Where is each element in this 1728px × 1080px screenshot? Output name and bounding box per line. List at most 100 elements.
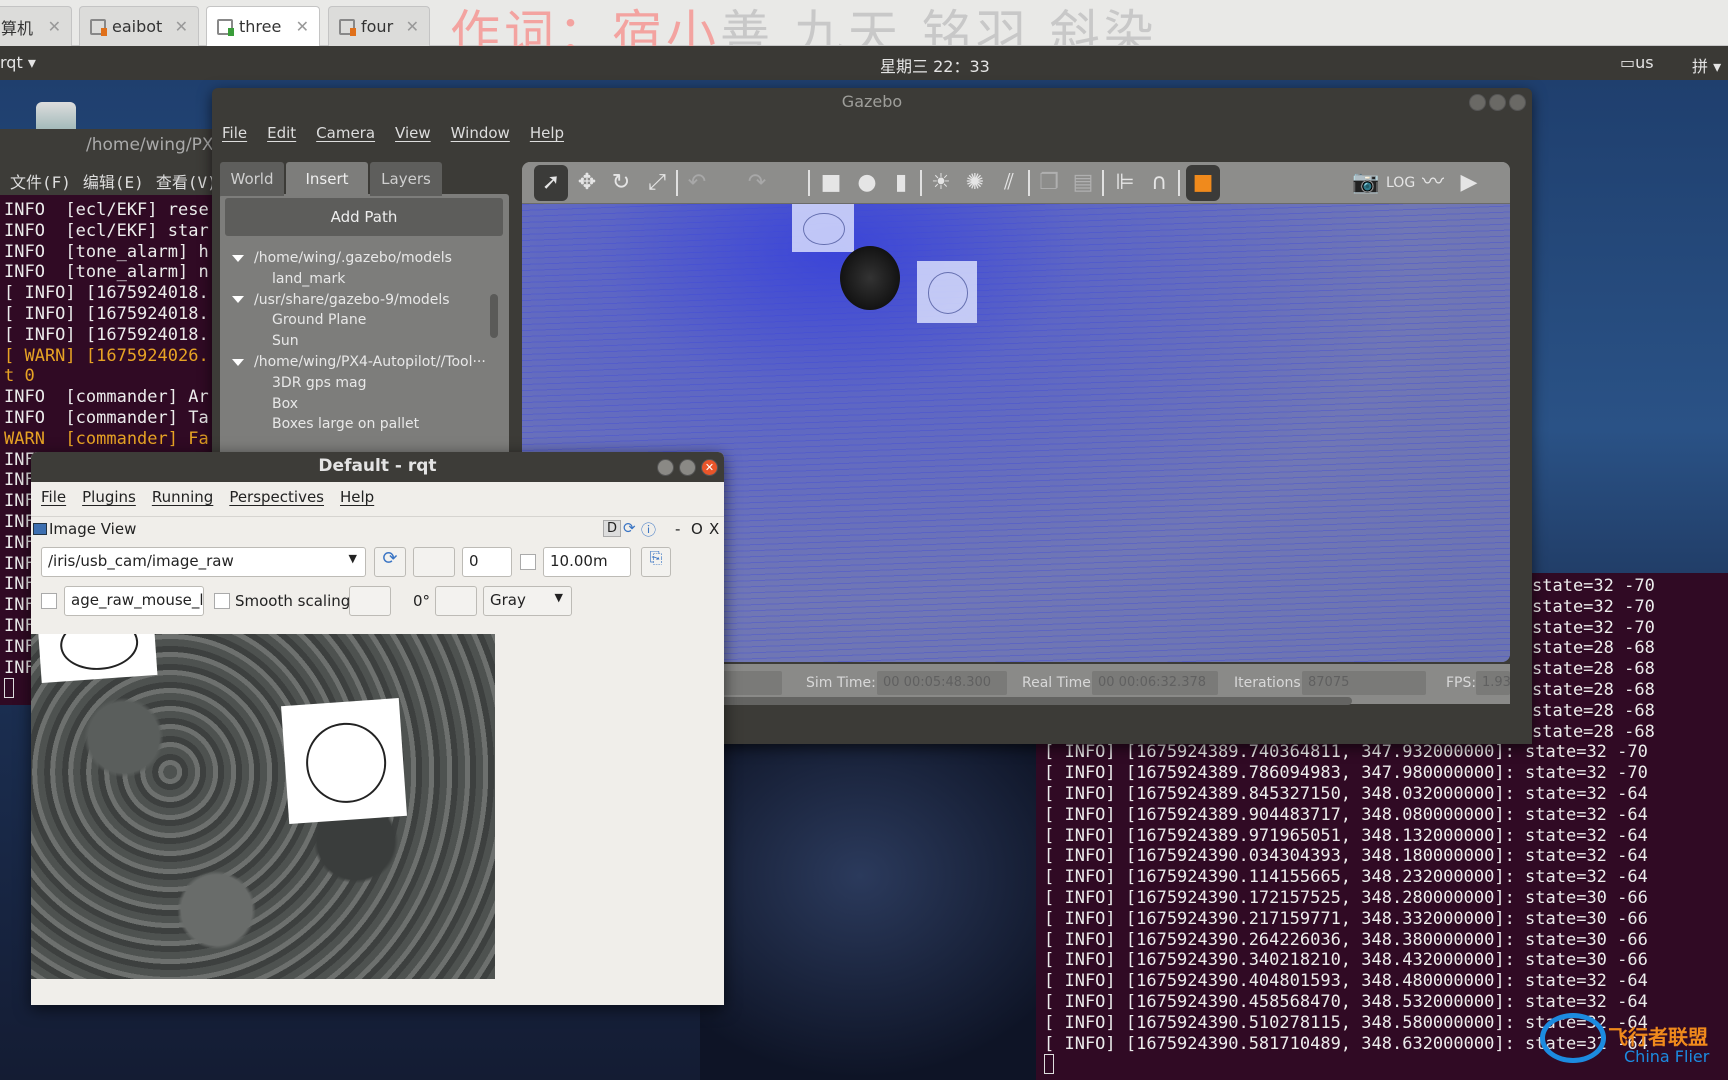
input-method[interactable]: 拼 ▾ xyxy=(1692,53,1721,77)
terminal-line: [ INFO] [1675924390.172157525, 348.28000… xyxy=(1044,888,1648,908)
spot-light-icon[interactable]: ✺ xyxy=(962,170,988,196)
tab-four[interactable]: four ✕ xyxy=(328,6,430,46)
minimize-button[interactable] xyxy=(657,459,674,476)
tree-item[interactable]: Box xyxy=(272,396,298,412)
minimize-button[interactable] xyxy=(1469,94,1486,111)
refresh-topics-button[interactable]: ⟳ xyxy=(374,547,406,577)
menu-plugins[interactable]: Plugins xyxy=(82,488,136,506)
plugin-title: Image View xyxy=(49,520,137,538)
terminal-icon xyxy=(90,18,107,36)
tree-item[interactable]: land_mark xyxy=(272,271,345,287)
close-icon[interactable]: ✕ xyxy=(406,17,419,36)
menu-edit[interactable]: Edit xyxy=(267,124,296,142)
mouse-topic-input[interactable]: age_raw_mouse_left xyxy=(64,586,204,616)
minimize-plugin-button[interactable]: - xyxy=(675,520,680,538)
tree-folder[interactable]: /home/wing/PX4-Autopilot//Tool··· xyxy=(232,354,486,370)
menu-file[interactable]: File xyxy=(222,124,247,142)
close-button[interactable] xyxy=(1509,94,1526,111)
box-icon[interactable]: ■ xyxy=(818,170,844,196)
cylinder-icon[interactable]: ▮ xyxy=(888,170,914,196)
terminal-line: [ WARN] [1675924026. xyxy=(4,345,209,366)
rotate-icon[interactable]: ↻ xyxy=(608,170,634,196)
record-video-icon[interactable]: ▶ xyxy=(1456,170,1482,196)
reload-icon[interactable]: ⟳ xyxy=(623,519,636,537)
view-angle-icon[interactable]: ■ xyxy=(1186,165,1220,201)
add-path-button[interactable]: Add Path xyxy=(225,198,503,236)
menu-file[interactable]: File xyxy=(41,488,66,506)
tab-0[interactable]: 算机 ✕ xyxy=(0,6,72,46)
tree-item[interactable]: Ground Plane xyxy=(272,312,366,328)
rotate-left-button[interactable] xyxy=(349,586,391,616)
camera-image[interactable] xyxy=(31,634,495,979)
paste-icon[interactable]: ▤ xyxy=(1070,170,1096,196)
max-range-spinbox[interactable]: 10.00m xyxy=(543,547,631,577)
tree-folder[interactable]: /usr/share/gazebo-9/models xyxy=(232,292,450,308)
redo-icon[interactable]: ↷ xyxy=(744,170,770,196)
blank-button[interactable] xyxy=(413,547,455,577)
float-plugin-button[interactable]: O xyxy=(691,520,703,538)
keyboard-indicator[interactable]: ▭us xyxy=(1620,53,1654,72)
close-plugin-button[interactable]: X xyxy=(709,520,719,538)
smooth-scaling-checkbox[interactable] xyxy=(214,593,230,609)
close-icon[interactable]: ✕ xyxy=(48,17,61,36)
tab-world[interactable]: World xyxy=(220,162,284,196)
scrollbar[interactable] xyxy=(490,294,498,338)
align-icon[interactable]: ⊫ xyxy=(1112,170,1138,196)
topic-select[interactable]: /iris/usb_cam/image_raw ▼ xyxy=(41,547,366,577)
close-icon[interactable]: ✕ xyxy=(175,17,188,36)
tree-label: 3DR gps mag xyxy=(272,374,367,391)
scale-icon[interactable]: ⤢ xyxy=(644,170,670,196)
select-arrow-icon[interactable]: ➚ xyxy=(534,165,568,201)
clock[interactable]: 星期三 22：33 xyxy=(880,53,990,77)
translate-icon[interactable]: ✥ xyxy=(574,170,600,196)
watermark-text: 飞行者联盟 xyxy=(1608,1025,1708,1049)
menu-running[interactable]: Running xyxy=(152,488,213,506)
terminal-line: [ INFO] [1675924389.845327150, 348.03200… xyxy=(1044,784,1648,804)
tab-eaibot[interactable]: eaibot ✕ xyxy=(79,6,199,46)
snap-icon[interactable]: ∩ xyxy=(1146,170,1172,196)
maximize-button[interactable] xyxy=(1489,94,1506,111)
help-icon[interactable]: ⓘ xyxy=(641,519,656,540)
menu-help[interactable]: Help xyxy=(530,124,564,142)
sim-time-value: 00 00:05:48.300 xyxy=(877,671,1007,695)
app-menu[interactable]: rqt ▾ xyxy=(0,53,36,72)
tree-folder[interactable]: /home/wing/.gazebo/models xyxy=(232,250,452,266)
menu-view[interactable]: View xyxy=(395,124,431,142)
menu-help[interactable]: Help xyxy=(340,488,374,506)
close-button[interactable]: ✕ xyxy=(701,459,718,476)
expand-arrow-icon[interactable] xyxy=(232,296,244,304)
screenshot-icon[interactable]: 📷 xyxy=(1352,170,1379,196)
expand-arrow-icon[interactable] xyxy=(232,358,244,366)
plot-icon[interactable]: 〰 xyxy=(1420,170,1446,196)
log-icon[interactable]: LOG xyxy=(1386,170,1415,196)
copy-icon[interactable]: ❐ xyxy=(1036,170,1062,196)
menu-view[interactable]: 查看(V) xyxy=(156,173,215,192)
tab-insert[interactable]: Insert xyxy=(286,162,368,196)
menu-perspectives[interactable]: Perspectives xyxy=(229,488,324,506)
tree-item[interactable]: 3DR gps mag xyxy=(272,375,367,391)
drone-model[interactable] xyxy=(840,246,900,310)
menu-file[interactable]: 文件(F) xyxy=(10,173,71,192)
terminal-line: [ INFO] [1675924018. xyxy=(4,324,209,345)
tree-item[interactable]: Sun xyxy=(272,333,299,349)
save-image-button[interactable]: ⎘ xyxy=(641,547,671,577)
tab-three[interactable]: three ✕ xyxy=(206,6,320,46)
maximize-button[interactable] xyxy=(679,459,696,476)
directional-light-icon[interactable]: ⫽ xyxy=(996,170,1022,196)
expand-arrow-icon[interactable] xyxy=(232,254,244,262)
close-icon[interactable]: ✕ xyxy=(296,17,309,36)
publish-click-checkbox[interactable] xyxy=(41,593,57,609)
rotate-right-button[interactable] xyxy=(435,586,477,616)
tree-item[interactable]: Boxes large on pallet xyxy=(272,416,419,432)
spin-box[interactable]: 0 xyxy=(462,547,512,577)
point-light-icon[interactable]: ☀ xyxy=(928,170,954,196)
colormap-select[interactable]: Gray ▼ xyxy=(483,586,572,616)
menu-edit[interactable]: 编辑(E) xyxy=(83,173,144,192)
sphere-icon[interactable]: ● xyxy=(854,170,880,196)
tab-layers[interactable]: Layers xyxy=(370,162,442,196)
menu-window[interactable]: Window xyxy=(451,124,510,142)
max-range-checkbox[interactable] xyxy=(520,554,536,570)
dock-button[interactable]: D xyxy=(603,520,622,537)
undo-icon[interactable]: ↶ xyxy=(684,170,710,196)
menu-camera[interactable]: Camera xyxy=(316,124,375,142)
